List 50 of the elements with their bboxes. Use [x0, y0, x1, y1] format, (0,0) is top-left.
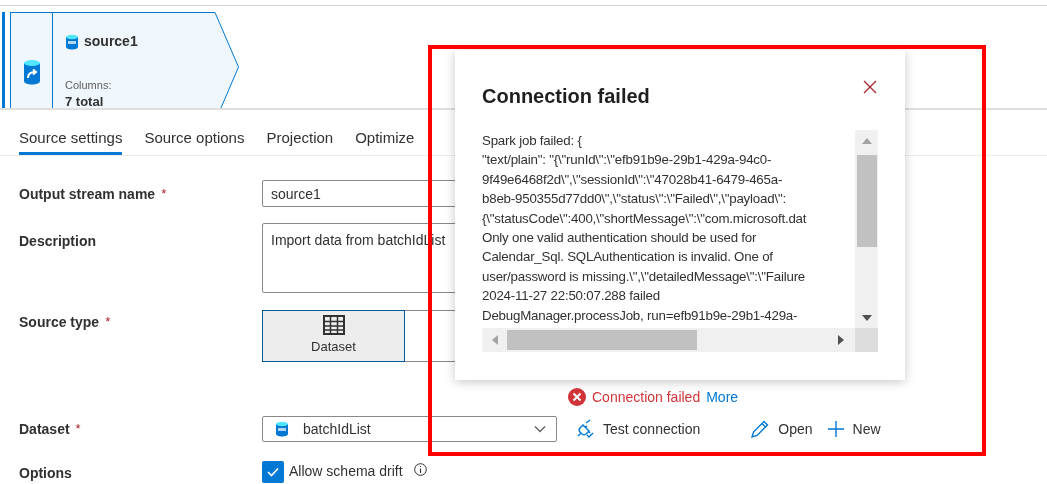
- close-button[interactable]: [863, 79, 879, 95]
- checkbox-label: Allow schema drift: [289, 462, 403, 481]
- scroll-up-icon[interactable]: [861, 138, 872, 144]
- checkbox[interactable]: [262, 460, 284, 483]
- scrollbar-thumb[interactable]: [856, 155, 877, 247]
- field-label: Description: [19, 232, 96, 251]
- required-mark: *: [161, 185, 167, 203]
- scroll-down-icon[interactable]: [861, 315, 872, 321]
- source-type-option[interactable]: Dataset: [262, 310, 405, 362]
- dialog-title: Connection failed: [482, 85, 650, 107]
- error-message: Connection failed: [592, 387, 701, 407]
- columns-label: Columns:: [65, 78, 113, 93]
- vertical-scrollbar[interactable]: [855, 130, 878, 328]
- plug-icon: [575, 419, 595, 439]
- action-button[interactable]: Test connection: [575, 418, 701, 440]
- field-label: Output stream name: [19, 185, 156, 204]
- error-icon: [568, 388, 586, 406]
- error-text-line: DebugManager.processJob, run=efb91b9e-29b1-429a-: [482, 306, 799, 325]
- scroll-left-icon[interactable]: [492, 335, 498, 345]
- tab[interactable]: Optimize: [355, 110, 415, 155]
- required-mark: *: [105, 313, 111, 331]
- error-text-line: Spark job failed: {: [482, 132, 583, 150]
- info-icon: [413, 463, 427, 476]
- more-link[interactable]: More: [706, 386, 739, 408]
- scrollbar-thumb[interactable]: [507, 330, 697, 350]
- columns-count: 7 total: [65, 93, 105, 108]
- horizontal-scrollbar[interactable]: [482, 328, 855, 352]
- error-text-line: "text/plain": "{\"runId\":\"efb91b9e-29b1-429a-94c0-: [482, 151, 773, 170]
- node-title: source1: [84, 32, 138, 51]
- action-button[interactable]: New: [826, 418, 881, 440]
- tab[interactable]: Source options: [144, 110, 245, 155]
- table-icon: [322, 315, 345, 336]
- scrollbar-corner: [855, 328, 878, 352]
- database-arrow-icon: [22, 59, 41, 85]
- scroll-right-icon[interactable]: [838, 335, 844, 345]
- check-icon: [267, 466, 279, 477]
- database-icon: [275, 421, 289, 437]
- tab[interactable]: Source settings: [19, 110, 123, 155]
- action-button[interactable]: Open: [750, 418, 813, 440]
- field-label: Dataset: [19, 420, 70, 439]
- field-label: Options: [19, 464, 72, 483]
- required-mark: *: [75, 420, 81, 438]
- dataset-dropdown[interactable]: batchIdList: [262, 416, 557, 442]
- pencil-icon: [750, 419, 771, 439]
- tab[interactable]: Projection: [266, 110, 334, 155]
- chevron-down-icon: [534, 425, 546, 433]
- database-icon: [65, 33, 79, 50]
- close-icon: [863, 80, 877, 94]
- field-label: Source type: [19, 313, 100, 332]
- plus-icon: [826, 420, 845, 438]
